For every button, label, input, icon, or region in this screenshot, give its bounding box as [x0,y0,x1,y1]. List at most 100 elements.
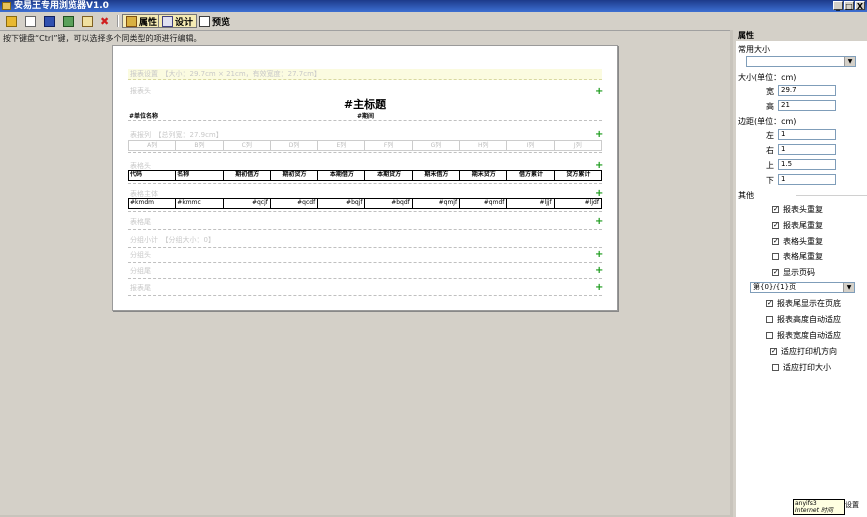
save-button[interactable] [42,14,57,28]
bottom-margin-input[interactable]: 1 [778,174,836,185]
chevron-down-icon[interactable]: ▼ [844,57,855,66]
report-foot-repeat-checkbox[interactable]: ✓ 报表尾重复 [772,220,823,231]
delete-button[interactable]: ✖ [98,14,111,28]
page-format-select[interactable]: 第{0}/{1}页 ▼ [750,282,855,293]
column-cell[interactable]: B列 [176,141,224,150]
report-canvas[interactable]: 报表设置 【大小：29.7cm × 21cm，有效宽度：27.7cm】 报表头 … [112,45,618,311]
header-cell[interactable]: 本期贷方 [365,171,413,180]
unchecked-icon [766,332,773,339]
group-band[interactable]: 分组小计 【分组大小：0】 [128,235,602,248]
show-page-no-checkbox[interactable]: ✓ 显示页码 [772,267,815,278]
header-cell[interactable]: 期初借方 [224,171,271,180]
save-as-icon [63,15,74,27]
column-cell[interactable]: A列 [129,141,177,150]
printer-orientation-checkbox[interactable]: ✓ 适应打印机方向 [770,346,837,357]
section-divider [796,195,867,196]
print-size-checkbox[interactable]: 适应打印大小 [772,362,831,373]
data-cell[interactable]: #qcjf [224,199,271,208]
copy-button[interactable] [80,14,95,28]
new-button[interactable] [23,14,38,28]
data-cell[interactable]: #kmdm [129,199,177,208]
common-size-select[interactable]: ▼ [746,56,856,67]
column-cell[interactable]: F列 [365,141,413,150]
design-button[interactable]: 设计 [158,14,198,28]
chevron-down-icon[interactable]: ▼ [843,283,854,292]
add-icon[interactable]: + [595,161,603,171]
column-cell[interactable]: H列 [460,141,508,150]
main-title[interactable]: #主标题 [128,96,602,112]
header-cell[interactable]: 贷方累计 [555,171,601,180]
tooltip-settings-button[interactable]: 设置 [845,500,859,510]
report-head-repeat-checkbox[interactable]: ✓ 报表头重复 [772,204,823,215]
header-band[interactable]: 报表头 + #主标题 #单位名称 #期间 [128,86,603,121]
save-as-button[interactable] [61,14,76,28]
close-button[interactable]: X [855,1,865,11]
data-cell[interactable]: #qcdf [271,199,319,208]
design-icon [162,15,173,27]
settings-band-label: 报表设置 【大小：29.7cm × 21cm，有效宽度：27.7cm】 [130,70,321,78]
column-cell[interactable]: I列 [507,141,555,150]
add-icon[interactable]: + [595,217,603,227]
check-icon: ✓ [772,268,779,276]
right-margin-input[interactable]: 1 [778,144,836,155]
column-cell[interactable]: G列 [413,141,461,150]
group-foot-band[interactable]: 分组尾 + [128,266,603,279]
table-head-repeat-checkbox[interactable]: ✓ 表格头重复 [772,236,823,247]
data-cell[interactable]: #ljdf [555,199,601,208]
maximize-button[interactable]: □ [844,1,854,11]
header-cell[interactable]: 期初贷方 [271,171,319,180]
group-head-band[interactable]: 分组头 + [128,250,603,263]
page-format-value: 第{0}/{1}页 [753,283,797,291]
data-cell[interactable]: #qmdf [460,199,508,208]
checkbox-label: 表格头重复 [783,237,823,246]
data-cell[interactable]: #bqjf [318,199,366,208]
auto-width-checkbox[interactable]: 报表宽度自动适应 [766,330,841,341]
data-cell[interactable]: #bqdf [365,199,413,208]
header-cell[interactable]: 借方累计 [507,171,555,180]
header-cell[interactable]: 名称 [176,171,224,180]
props-button[interactable]: 属性 [122,14,162,28]
minimize-button[interactable]: _ [833,1,843,11]
check-icon: ✓ [766,299,773,307]
add-icon[interactable]: + [595,283,603,293]
auto-height-checkbox[interactable]: 报表高度自动适应 [766,314,841,325]
report-foot-band[interactable]: 报表尾 + [128,283,603,296]
column-cell[interactable]: J列 [555,141,601,150]
add-icon[interactable]: + [595,266,603,276]
top-margin-input[interactable]: 1.5 [778,159,836,170]
header-cell[interactable]: 期末借方 [413,171,461,180]
height-input[interactable]: 21 [778,100,836,111]
preview-button[interactable]: 预览 [197,14,232,28]
tooltip-line2: Internet 时间 [795,507,833,514]
left-margin-input[interactable]: 1 [778,129,836,140]
size-section-label: 大小(单位：cm) [738,73,797,82]
data-cell[interactable]: #ljjf [507,199,555,208]
add-icon[interactable]: + [595,250,603,260]
group-band-label: 分组小计 【分组大小：0】 [130,236,215,244]
column-cell[interactable]: E列 [318,141,366,150]
height-label: 高 [766,102,774,111]
header-cell[interactable]: 本期借方 [318,171,366,180]
check-icon: ✓ [772,221,779,229]
add-icon[interactable]: + [595,87,603,97]
open-button[interactable] [4,14,19,28]
settings-band[interactable]: 报表设置 【大小：29.7cm × 21cm，有效宽度：27.7cm】 [128,69,602,80]
column-cell[interactable]: C列 [224,141,271,150]
unit-name-field[interactable]: #单位名称 [129,111,158,120]
table-foot-band-label: 表格尾 [130,218,151,226]
width-input[interactable]: 29.7 [778,85,836,96]
add-icon[interactable]: + [595,189,603,199]
foot-at-bottom-checkbox[interactable]: ✓ 报表尾显示在页底 [766,298,841,309]
other-section-label: 其他 [738,191,754,200]
add-icon[interactable]: + [595,130,603,140]
period-field[interactable]: #期间 [357,111,374,120]
data-cell[interactable]: #kmmc [176,199,224,208]
header-cell[interactable]: 期末贷方 [460,171,508,180]
column-cell[interactable]: D列 [271,141,319,150]
table-foot-repeat-checkbox[interactable]: 表格尾重复 [772,251,823,262]
window-title: 安易王专用浏览器V1.0 [14,1,109,11]
table-foot-band[interactable]: 表格尾 + [128,217,603,230]
toolbar: ✖ 属性 设计 预览 [0,12,867,31]
header-cell[interactable]: 代码 [129,171,177,180]
data-cell[interactable]: #qmjf [413,199,461,208]
